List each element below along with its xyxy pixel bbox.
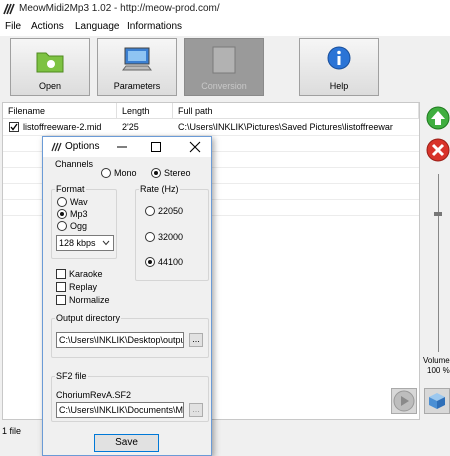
menu-actions[interactable]: Actions [31,21,64,32]
row-filename[interactable]: listoffreeware-2.mid [23,122,117,132]
cube-icon[interactable] [424,388,450,414]
normalize-label: Normalize [69,295,110,305]
menu-file[interactable]: File [5,21,21,32]
info-icon [327,46,351,70]
sf2-browse-button[interactable]: ... [189,403,203,417]
minimize-icon[interactable] [116,142,128,152]
replay-checkbox[interactable] [56,282,66,292]
karaoke-label: Karaoke [69,269,103,279]
format-label: Format [55,184,86,194]
play-icon[interactable] [391,388,417,414]
volume-track [438,174,439,352]
parameters-label: Parameters [113,81,161,91]
sf2-name: ChoriumRevA.SF2 [56,390,132,400]
parameters-button[interactable]: Parameters [97,38,177,96]
conversion-icon [212,46,236,74]
dialog-app-icon [51,142,62,152]
volume-value: 100 % [427,366,450,375]
save-button[interactable]: Save [94,434,159,452]
bitrate-select[interactable]: 128 kbps [56,235,114,251]
open-button[interactable]: Open [10,38,90,96]
channels-label: Channels [55,159,94,169]
row-length: 2'25 [122,122,139,132]
remove-icon[interactable] [426,138,450,162]
open-label: Open [38,81,62,91]
conversion-button[interactable]: Conversion [184,38,264,96]
volume-label: Volume [423,356,450,365]
maximize-icon[interactable] [150,141,162,153]
help-button[interactable]: Help [299,38,379,96]
rate-22050-label: 22050 [158,206,184,216]
stereo-label: Stereo [164,168,191,178]
help-label: Help [329,81,349,91]
output-directory-field[interactable]: C:\Users\INKLIK\Desktop\outpu [56,332,184,348]
sf2-file-field[interactable]: C:\Users\INKLIK\Documents\M [56,402,184,418]
menu-informations[interactable]: Informations [127,21,182,32]
output-browse-button[interactable]: ... [189,333,203,347]
rate-44100-label: 44100 [158,257,184,267]
rate-label: Rate (Hz) [139,184,180,194]
app-logo-icon [3,3,15,15]
bitrate-value: 128 kbps [59,238,96,248]
title-bar: MeowMidi2Mp3 1.02 - http://meow-prod.com… [0,0,450,18]
mp3-label: Mp3 [70,209,88,219]
menu-bar: File Actions Language Informations [0,18,450,36]
dialog-title-bar: Options [43,137,211,157]
mono-radio[interactable] [101,168,111,178]
menu-language[interactable]: Language [75,21,120,32]
row-full-path: C:\Users\INKLIK\Pictures\Saved Pictures\… [178,122,393,132]
column-length[interactable]: Length [117,103,173,119]
side-panel: Volume 100 % [422,102,450,422]
volume-slider-thumb[interactable] [434,212,442,216]
column-filename[interactable]: Filename [3,103,117,119]
column-full-path[interactable]: Full path [173,103,419,119]
replay-label: Replay [69,282,98,292]
rate-32000-radio[interactable] [145,232,155,242]
chevron-down-icon [102,240,110,246]
stereo-radio[interactable] [151,168,161,178]
file-count: 1 file [2,426,22,436]
move-up-icon[interactable] [426,106,450,130]
mono-label: Mono [114,168,137,178]
toolbar: Open Parameters Conversion Help [0,36,450,100]
conversion-label: Conversion [201,81,247,91]
row-checkbox[interactable] [9,122,19,132]
rate-44100-radio[interactable] [145,257,155,267]
rate-22050-radio[interactable] [145,206,155,216]
normalize-checkbox[interactable] [56,295,66,305]
computer-icon [122,47,152,71]
rate-32000-label: 32000 [158,232,184,242]
ogg-radio[interactable] [57,221,67,231]
dialog-title: Options [65,141,100,152]
wav-label: Wav [70,197,88,207]
karaoke-checkbox[interactable] [56,269,66,279]
close-icon[interactable] [189,141,201,153]
sf2-label: SF2 file [55,371,88,381]
wav-radio[interactable] [57,197,67,207]
options-dialog: Options Channels Mono Stereo Format Wav … [42,136,212,456]
ogg-label: Ogg [70,221,88,231]
mp3-radio[interactable] [57,209,67,219]
open-folder-icon [36,52,64,73]
window-title: MeowMidi2Mp3 1.02 - http://meow-prod.com… [19,3,220,14]
output-label: Output directory [55,313,122,323]
